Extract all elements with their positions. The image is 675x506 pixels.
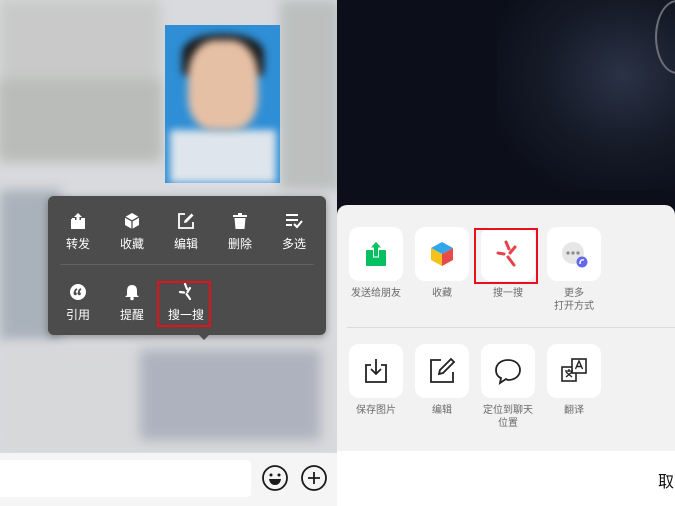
highlight-box <box>157 281 211 327</box>
menu-item-favorite[interactable]: 收藏 <box>104 212 160 264</box>
save-image-icon <box>365 359 387 383</box>
share-tile <box>547 344 601 398</box>
share-tile <box>349 344 403 398</box>
blurred-background <box>280 0 337 190</box>
share-edit[interactable]: 编辑 <box>408 344 476 417</box>
share-tile <box>415 227 469 281</box>
share-label-line: 打开方式 <box>554 301 594 312</box>
emoji-button[interactable] <box>261 464 289 492</box>
share-tile <box>481 344 535 398</box>
chat-screen: 转发 收藏 编辑 删除 多选 引用 提醒 搜一搜 <box>0 0 337 506</box>
more-button[interactable] <box>300 464 328 492</box>
translate-icon <box>561 358 587 382</box>
blurred-background <box>140 350 320 440</box>
dark-image <box>497 0 675 190</box>
menu-item-label: 删除 <box>227 237 252 251</box>
share-label-line: 更多 <box>564 288 584 299</box>
menu-item-label: 转发 <box>65 237 90 251</box>
share-label: 编辑 <box>432 405 452 416</box>
share-out-icon <box>71 213 85 229</box>
share-tile <box>415 344 469 398</box>
cube-icon <box>124 213 140 229</box>
more-open-icon <box>562 242 588 268</box>
menu-divider <box>60 264 314 265</box>
edit-icon <box>430 357 456 383</box>
plus-icon <box>301 465 327 491</box>
message-input[interactable] <box>0 460 251 497</box>
multi-select-icon <box>286 214 303 229</box>
share-label: 翻译 <box>564 405 584 416</box>
share-label: 搜一搜 <box>493 288 523 299</box>
cancel-bar[interactable] <box>337 451 675 506</box>
blurred-background <box>0 80 160 160</box>
share-translate[interactable]: 翻译 <box>540 344 608 417</box>
menu-item-edit[interactable]: 编辑 <box>158 212 214 264</box>
edit-icon <box>178 213 194 229</box>
share-label: 定位到聊天 位置 <box>474 404 542 430</box>
id-photo-shirt <box>170 130 276 183</box>
share-label-line: 位置 <box>498 418 518 429</box>
highlight-box <box>474 228 538 284</box>
share-chat-locate[interactable]: 定位到聊天 位置 <box>474 344 542 430</box>
menu-item-multiselect[interactable]: 多选 <box>266 212 322 264</box>
share-label: 保存图片 <box>356 405 396 416</box>
quote-icon <box>70 284 86 300</box>
favorite-cube-icon <box>431 242 453 266</box>
chat-locate-icon <box>495 359 521 385</box>
id-photo-face <box>188 40 258 130</box>
menu-item-quote[interactable]: 引用 <box>50 283 106 335</box>
share-send-friend[interactable]: 发送给朋友 <box>342 227 410 300</box>
bell-icon <box>125 285 139 301</box>
share-label-line: 定位到聊天 <box>483 405 533 416</box>
sheet-divider <box>347 327 675 328</box>
share-save-image[interactable]: 保存图片 <box>342 344 410 417</box>
menu-item-label: 引用 <box>65 308 90 322</box>
menu-item-forward[interactable]: 转发 <box>50 212 106 264</box>
share-more-open[interactable]: 更多 打开方式 <box>540 227 608 313</box>
share-tile <box>349 227 403 281</box>
menu-item-delete[interactable]: 删除 <box>212 212 268 264</box>
send-friend-icon <box>366 240 386 266</box>
share-label: 发送给朋友 <box>351 288 401 299</box>
share-tile <box>547 227 601 281</box>
cancel-button[interactable]: 取 <box>658 468 674 492</box>
trash-icon <box>233 213 247 229</box>
share-label: 收藏 <box>432 288 452 299</box>
menu-item-label: 提醒 <box>119 308 144 322</box>
menu-item-remind[interactable]: 提醒 <box>104 283 160 335</box>
share-favorite[interactable]: 收藏 <box>408 227 476 300</box>
share-label: 更多 打开方式 <box>540 287 608 313</box>
menu-item-label: 编辑 <box>173 237 198 251</box>
menu-item-label: 收藏 <box>119 237 144 251</box>
menu-item-label: 多选 <box>281 237 306 251</box>
emoji-icon <box>262 465 288 491</box>
